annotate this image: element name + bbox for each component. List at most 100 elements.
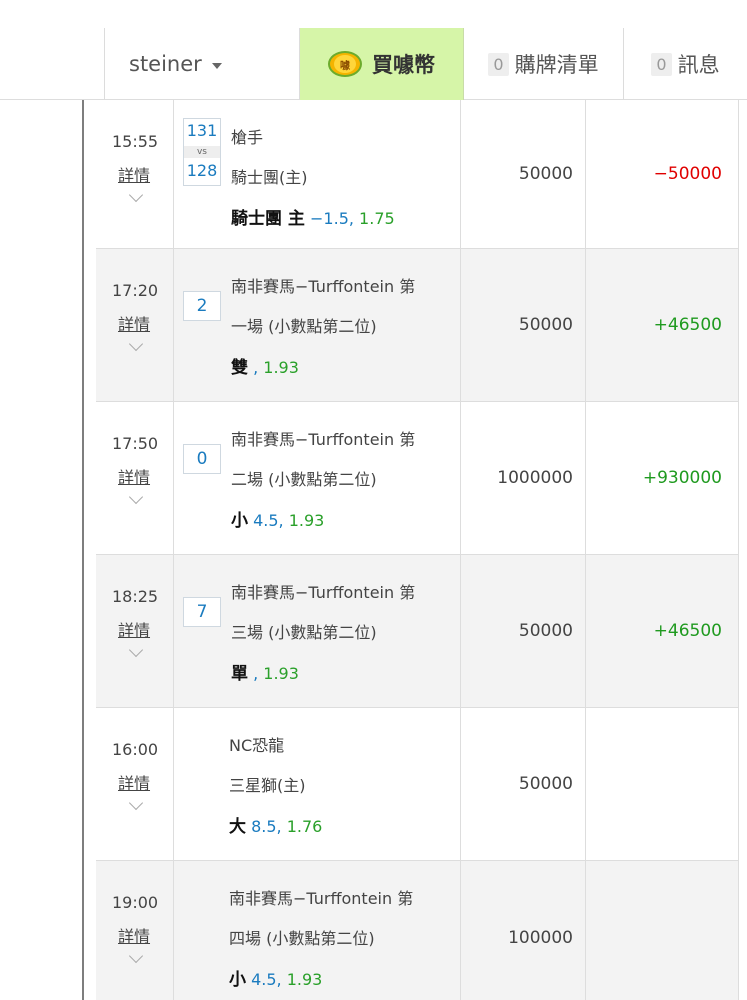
matchup-badge: 131 vs 128 (183, 118, 221, 186)
handicap: −1.5, (310, 209, 354, 228)
nav-messages[interactable]: 0 訊息 (624, 28, 747, 100)
stake-cell: 1000000 (461, 402, 586, 554)
user-menu[interactable]: steiner (104, 28, 300, 100)
details-link[interactable]: 詳情 (118, 311, 150, 335)
vs-label: vs (184, 146, 220, 158)
top-bar: steiner 噱 買噱幣 0 購牌清單 0 訊息 (0, 0, 747, 100)
pick-line: 小 4.5, 1.93 (231, 506, 324, 531)
pick: 單 (231, 664, 248, 684)
event-line-1: 槍手 (231, 128, 264, 147)
table-row: 17:20 詳情 2 南非賽馬−Turffontein 第 一場 (小數點第二位… (96, 249, 738, 402)
details-link[interactable]: 詳情 (118, 162, 150, 186)
coin-icon: 噱 (328, 51, 362, 77)
odds: 1.93 (286, 970, 323, 989)
result-cell: +46500 (653, 621, 722, 641)
bet-info-cell: 南非賽馬−Turffontein 第 四場 (小數點第二位) 小 4.5, 1.… (174, 861, 461, 1000)
stake-cell: 50000 (461, 708, 586, 860)
bet-info-cell: 7 南非賽馬−Turffontein 第 三場 (小數點第二位) 單 , 1.9… (174, 555, 461, 707)
odds: 1.93 (263, 664, 299, 683)
time-cell: 17:20 詳情 (96, 249, 174, 401)
match-time: 17:50 (112, 434, 159, 453)
username: steiner (129, 52, 202, 76)
messages-label: 訊息 (677, 53, 720, 77)
home-id: 131 (186, 121, 218, 140)
bet-history-table: 15:55 詳情 131 vs 128 槍手 騎士團(主) 騎士團 主 −1.5… (96, 100, 738, 1000)
event-line-1: 南非賽馬−Turffontein 第 (231, 430, 416, 449)
number-badge: 0 (183, 444, 221, 474)
chevron-down-icon[interactable] (128, 642, 144, 658)
match-time: 19:00 (112, 893, 159, 912)
messages-count-badge: 0 (651, 52, 672, 76)
pick: 小 (229, 970, 246, 990)
pick-line: 大 8.5, 1.76 (229, 812, 322, 837)
event-line-1: 南非賽馬−Turffontein 第 (231, 583, 416, 602)
away-id: 128 (186, 161, 218, 180)
result-cell: +46500 (653, 315, 722, 335)
event-line-2: 一場 (小數點第二位) (231, 317, 377, 336)
details-link[interactable]: 詳情 (118, 617, 150, 641)
pick: 小 (231, 511, 248, 531)
pick: 騎士團 主 (231, 209, 305, 229)
event-line-2: 三星獅(主) (229, 776, 306, 795)
odds: 1.93 (263, 358, 299, 377)
result-cell: −50000 (653, 164, 722, 184)
event-line-1: 南非賽馬−Turffontein 第 (231, 277, 416, 296)
time-cell: 18:25 詳情 (96, 555, 174, 707)
pick-line: 雙 , 1.93 (231, 353, 299, 378)
match-time: 15:55 (112, 132, 159, 151)
bet-info-cell: 2 南非賽馬−Turffontein 第 一場 (小數點第二位) 雙 , 1.9… (174, 249, 461, 401)
bet-info-cell: 0 南非賽馬−Turffontein 第 二場 (小數點第二位) 小 4.5, … (174, 402, 461, 554)
left-rail-divider (82, 100, 84, 1000)
details-link[interactable]: 詳情 (118, 770, 150, 794)
handicap: 4.5, (253, 511, 284, 530)
event-line-1: NC恐龍 (229, 736, 285, 755)
handicap: 8.5, (251, 817, 282, 836)
right-frame-divider (738, 100, 739, 1000)
pick: 大 (229, 817, 246, 837)
chevron-down-icon[interactable] (128, 948, 144, 964)
pick-line: 單 , 1.93 (231, 659, 299, 684)
event-line-2: 騎士團(主) (231, 168, 308, 187)
time-cell: 16:00 詳情 (96, 708, 174, 860)
stake-cell: 50000 (461, 555, 586, 707)
buy-coins-label: 買噱幣 (372, 53, 435, 77)
stake-cell: 50000 (461, 100, 586, 248)
result-cell: +930000 (642, 468, 722, 488)
handicap: 4.5, (251, 970, 282, 989)
buy-coins-button[interactable]: 噱 買噱幣 (300, 28, 464, 100)
table-row: 18:25 詳情 7 南非賽馬−Turffontein 第 三場 (小數點第二位… (96, 555, 738, 708)
pick-line: 小 4.5, 1.93 (229, 965, 322, 990)
details-link[interactable]: 詳情 (118, 464, 150, 488)
event-line-2: 二場 (小數點第二位) (231, 470, 377, 489)
stake-cell: 100000 (461, 861, 586, 1000)
cart-count-badge: 0 (488, 52, 509, 76)
pick: 雙 (231, 358, 248, 378)
details-link[interactable]: 詳情 (118, 923, 150, 947)
result-cell (586, 861, 738, 1000)
match-time: 18:25 (112, 587, 159, 606)
caret-down-icon (211, 62, 222, 69)
chevron-down-icon[interactable] (128, 489, 144, 505)
odds: 1.75 (359, 209, 395, 228)
odds: 1.93 (288, 511, 325, 530)
chevron-down-icon[interactable] (128, 336, 144, 352)
cart-label: 購牌清單 (514, 53, 599, 77)
event-line-2: 四場 (小數點第二位) (229, 929, 375, 948)
table-row: 16:00 詳情 NC恐龍 三星獅(主) 大 8.5, 1.76 50000 (96, 708, 738, 861)
bet-info-cell: NC恐龍 三星獅(主) 大 8.5, 1.76 (174, 708, 461, 860)
event-line-2: 三場 (小數點第二位) (231, 623, 377, 642)
odds: 1.76 (286, 817, 323, 836)
coin-glyph: 噱 (334, 55, 356, 73)
bet-info-cell: 131 vs 128 槍手 騎士團(主) 騎士團 主 −1.5, 1.75 (174, 100, 461, 248)
table-row: 17:50 詳情 0 南非賽馬−Turffontein 第 二場 (小數點第二位… (96, 402, 738, 555)
chevron-down-icon[interactable] (128, 187, 144, 203)
pick-line: 騎士團 主 −1.5, 1.75 (231, 204, 395, 229)
time-cell: 17:50 詳情 (96, 402, 174, 554)
nav-cart[interactable]: 0 購牌清單 (464, 28, 624, 100)
match-time: 17:20 (112, 281, 159, 300)
table-row: 15:55 詳情 131 vs 128 槍手 騎士團(主) 騎士團 主 −1.5… (96, 100, 738, 249)
table-row: 19:00 詳情 南非賽馬−Turffontein 第 四場 (小數點第二位) … (96, 861, 738, 1000)
result-cell (586, 708, 738, 860)
chevron-down-icon[interactable] (128, 795, 144, 811)
number-badge: 7 (183, 597, 221, 627)
